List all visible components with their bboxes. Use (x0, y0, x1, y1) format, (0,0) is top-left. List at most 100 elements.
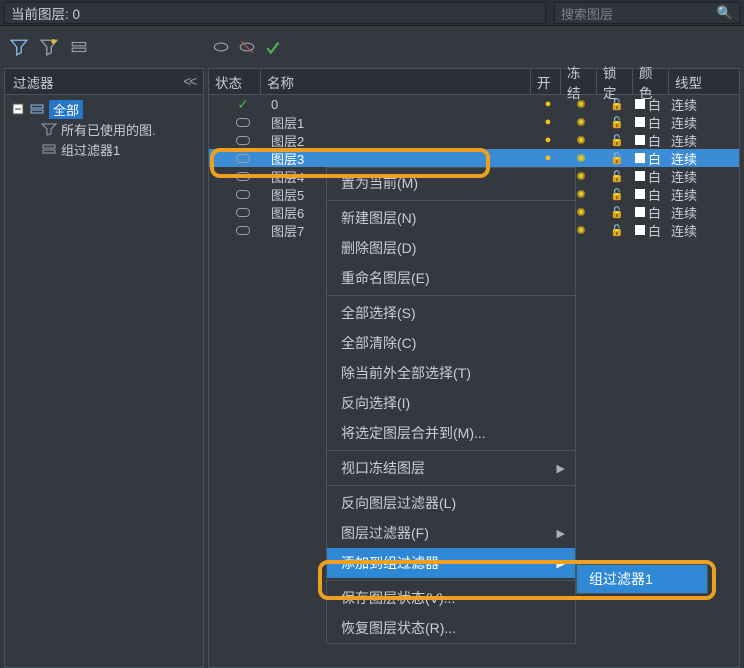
status-icon (225, 118, 261, 127)
status-icon (225, 136, 261, 145)
submenu-item-label: 组过滤器1 (589, 569, 653, 589)
color-cell[interactable]: 白 (635, 131, 671, 150)
lock-toggle[interactable]: 🔓 (599, 188, 635, 201)
ctx-invert-sel[interactable]: 反向选择(I) (327, 388, 575, 418)
ctx-save-state[interactable]: 保存图层状态(V)... (327, 583, 575, 613)
col-linetype[interactable]: 线型 (669, 69, 739, 94)
layer-name: 0 (261, 97, 533, 112)
filters-panel: 过滤器 << 全部 所有已使用的图. (4, 68, 204, 668)
set-current-icon[interactable] (264, 38, 282, 56)
tree-root[interactable]: 全部 (11, 99, 197, 119)
new-property-filter-icon[interactable] (10, 38, 28, 56)
ctx-new-layer[interactable]: 新建图层(N) (327, 203, 575, 233)
ctx-restore-state[interactable]: 恢复图层状态(R)... (327, 613, 575, 643)
separator (327, 485, 575, 486)
ctx-select-all-but[interactable]: 除当前外全部选择(T) (327, 358, 575, 388)
submenu-group-filter-1[interactable]: 组过滤器1 (576, 564, 708, 594)
layer-name: 图层1 (261, 113, 533, 132)
ctx-merge-to[interactable]: 将选定图层合并到(M)... (327, 418, 575, 448)
status-icon (225, 190, 261, 199)
layer-row[interactable]: 图层1●✺🔓白连续 (209, 113, 739, 131)
filters-panel-title: 过滤器 (13, 72, 183, 92)
col-name[interactable]: 名称 (261, 69, 531, 94)
on-toggle[interactable]: ● (533, 134, 563, 146)
ctx-add-to-group[interactable]: 添加到组过滤器 ▶ (327, 548, 575, 578)
color-cell[interactable]: 白 (635, 185, 671, 204)
color-cell[interactable]: 白 (635, 167, 671, 186)
layer-row[interactable]: 图层2●✺🔓白连续 (209, 131, 739, 149)
toolbar (0, 26, 744, 68)
linetype-cell[interactable]: 连续 (671, 131, 739, 150)
freeze-toggle[interactable]: ✺ (563, 152, 599, 165)
chevron-right-icon: ▶ (557, 557, 565, 570)
color-cell[interactable]: 白 (635, 95, 671, 114)
lock-toggle[interactable]: 🔓 (599, 116, 635, 129)
lock-toggle[interactable]: 🔓 (599, 152, 635, 165)
layer-row[interactable]: ✓0●✺🔓白连续 (209, 95, 739, 113)
tree-item-used[interactable]: 所有已使用的图. (11, 119, 197, 139)
lock-toggle[interactable]: 🔓 (599, 170, 635, 183)
on-toggle[interactable]: ● (533, 98, 563, 110)
lock-toggle[interactable]: 🔓 (599, 206, 635, 219)
tree-item-group1[interactable]: 组过滤器1 (11, 139, 197, 159)
on-toggle[interactable]: ● (533, 152, 563, 164)
ctx-delete-layer[interactable]: 删除图层(D) (327, 233, 575, 263)
lock-toggle[interactable]: 🔓 (599, 224, 635, 237)
tree-root-label: 全部 (49, 100, 83, 119)
linetype-cell[interactable]: 连续 (671, 95, 739, 114)
separator (327, 295, 575, 296)
color-cell[interactable]: 白 (635, 113, 671, 132)
lock-toggle[interactable]: 🔓 (599, 98, 635, 111)
collapse-icon[interactable]: << (183, 74, 195, 89)
layer-row[interactable]: 图层3●✺🔓白连续 (209, 149, 739, 167)
col-on[interactable]: 开 (531, 69, 561, 94)
linetype-cell[interactable]: 连续 (671, 203, 739, 222)
lock-toggle[interactable]: 🔓 (599, 134, 635, 147)
filter-tree: 全部 所有已使用的图. 组过滤器1 (5, 95, 203, 163)
color-cell[interactable]: 白 (635, 221, 671, 240)
freeze-toggle[interactable]: ✺ (563, 116, 599, 129)
status-icon (225, 226, 261, 235)
ctx-set-current[interactable]: 置为当前(M) (327, 168, 575, 198)
freeze-toggle[interactable]: ✺ (563, 134, 599, 147)
layers-header-row: 状态 名称 开 冻结 锁定 颜色 线型 (209, 69, 739, 95)
context-menu: 置为当前(M) 新建图层(N) 删除图层(D) 重命名图层(E) 全部选择(S)… (326, 167, 576, 644)
ctx-vp-freeze-label: 视口冻结图层 (341, 458, 425, 478)
search-icon: 🔍 (717, 5, 733, 21)
ctx-add-to-group-label: 添加到组过滤器 (341, 553, 439, 573)
filter-group-icon (41, 142, 57, 156)
tree-item-label: 组过滤器1 (61, 140, 120, 159)
layer-states-icon[interactable] (70, 38, 88, 56)
filters-panel-header[interactable]: 过滤器 << (5, 69, 203, 95)
tree-item-label: 所有已使用的图. (61, 120, 156, 139)
linetype-cell[interactable]: 连续 (671, 221, 739, 240)
ctx-rename-layer[interactable]: 重命名图层(E) (327, 263, 575, 293)
linetype-cell[interactable]: 连续 (671, 167, 739, 186)
linetype-cell[interactable]: 连续 (671, 113, 739, 132)
col-color[interactable]: 颜色 (633, 69, 669, 94)
status-icon (225, 154, 261, 163)
ctx-select-all[interactable]: 全部选择(S) (327, 298, 575, 328)
new-group-filter-icon[interactable] (40, 38, 58, 56)
expand-icon[interactable] (11, 103, 25, 115)
new-layer-icon[interactable] (212, 38, 230, 56)
ctx-layer-filter[interactable]: 图层过滤器(F) ▶ (327, 518, 575, 548)
on-toggle[interactable]: ● (533, 116, 563, 128)
delete-layer-icon[interactable] (238, 38, 256, 56)
status-icon: ✓ (225, 96, 261, 113)
ctx-invert-filter[interactable]: 反向图层过滤器(L) (327, 488, 575, 518)
col-status[interactable]: 状态 (209, 69, 261, 94)
ctx-clear-all[interactable]: 全部清除(C) (327, 328, 575, 358)
color-cell[interactable]: 白 (635, 203, 671, 222)
freeze-toggle[interactable]: ✺ (563, 98, 599, 111)
ctx-vp-freeze[interactable]: 视口冻结图层 ▶ (327, 453, 575, 483)
search-input[interactable]: 搜索图层 🔍 (554, 2, 740, 24)
linetype-cell[interactable]: 连续 (671, 149, 739, 168)
color-cell[interactable]: 白 (635, 149, 671, 168)
col-lock[interactable]: 锁定 (597, 69, 633, 94)
chevron-right-icon: ▶ (557, 462, 565, 475)
linetype-cell[interactable]: 连续 (671, 185, 739, 204)
current-layer-field[interactable]: 当前图层: 0 (4, 2, 546, 24)
col-freeze[interactable]: 冻结 (561, 69, 597, 94)
filter-used-icon (41, 122, 57, 136)
